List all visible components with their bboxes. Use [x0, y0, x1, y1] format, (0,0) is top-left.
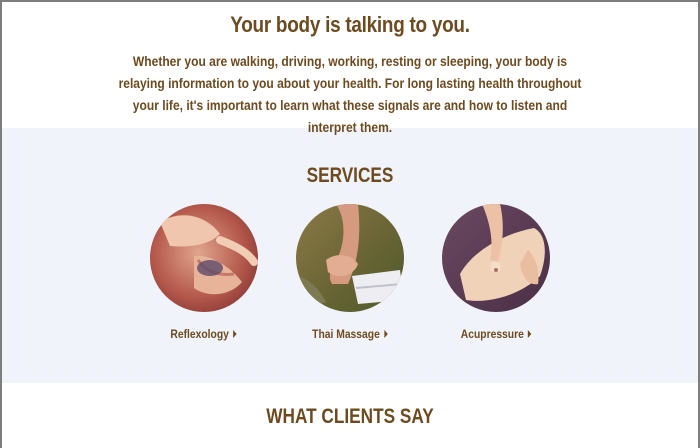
clients-heading: WHAT CLIENTS SAY — [266, 405, 434, 428]
caret-right-icon — [384, 330, 388, 338]
service-reflexology: Reflexology — [149, 204, 259, 341]
service-link-acupressure[interactable]: Acupressure — [461, 327, 532, 341]
intro-paragraph: Whether you are walking, driving, workin… — [118, 53, 582, 135]
services-list: Reflexology Thai Massage Acupressure — [2, 204, 698, 341]
intro-section: Your body is talking to you. Whether you… — [2, 2, 698, 135]
clients-section: WHAT CLIENTS SAY — [2, 383, 698, 429]
acupressure-image[interactable] — [442, 204, 550, 312]
caret-right-icon — [527, 330, 532, 338]
service-label-thai-massage: Thai Massage — [312, 327, 380, 341]
caret-right-icon — [233, 330, 238, 338]
service-link-thai-massage[interactable]: Thai Massage — [312, 327, 388, 341]
reflexology-image[interactable] — [150, 204, 258, 312]
services-section: SERVICES Reflexology Thai Massage Acupre… — [2, 128, 698, 383]
page-frame: Your body is talking to you. Whether you… — [0, 0, 700, 448]
service-label-reflexology: Reflexology — [170, 327, 230, 341]
intro-heading: Your body is talking to you. — [230, 12, 470, 37]
service-link-reflexology[interactable]: Reflexology — [170, 327, 238, 341]
services-heading: SERVICES — [306, 164, 394, 187]
service-thai-massage: Thai Massage — [295, 204, 405, 341]
service-acupressure: Acupressure — [441, 204, 551, 341]
service-label-acupressure: Acupressure — [460, 327, 524, 341]
thai-massage-image[interactable] — [296, 204, 404, 312]
